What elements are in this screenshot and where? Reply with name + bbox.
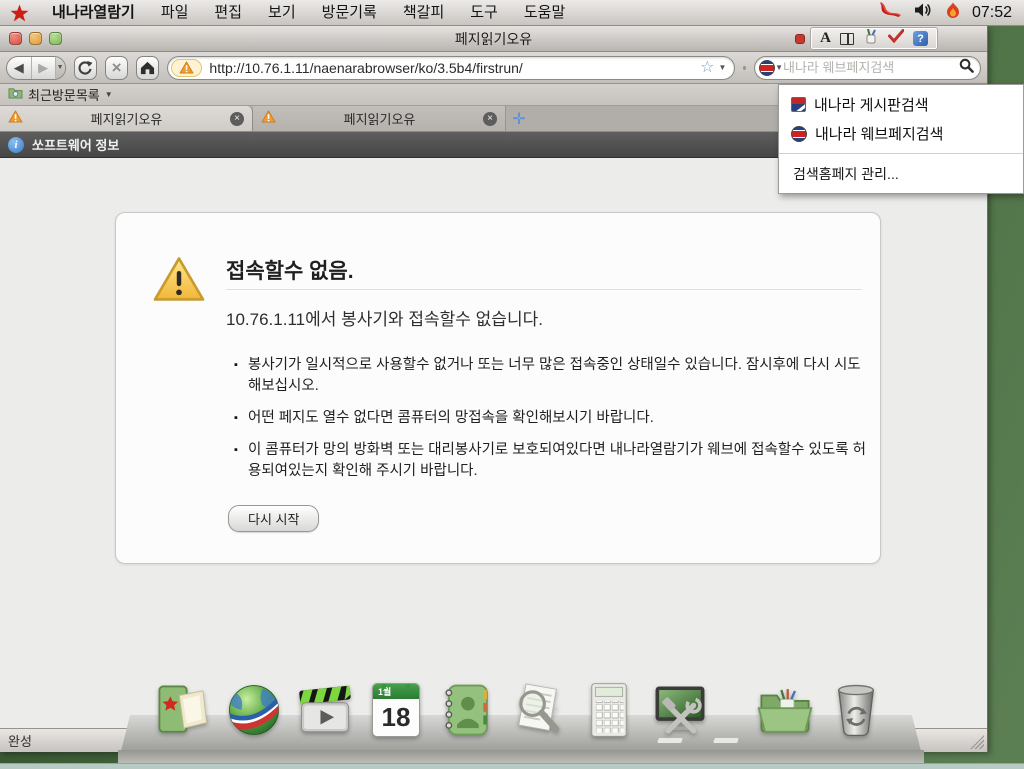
error-hint: 어떤 페지도 열수 없다면 콤퓨터의 망접속을 확인해보시기 바랍니다. (234, 408, 870, 429)
retry-button[interactable]: 다시 시작 (228, 505, 319, 532)
bookmark-star-icon[interactable]: ☆ (700, 60, 714, 76)
search-magnifier-icon[interactable] (959, 58, 974, 78)
font-size-icon[interactable]: A (820, 31, 831, 46)
search-engine-board-search[interactable]: 내나라 게시판검색 (779, 90, 1023, 119)
dock-item-utilities-folder[interactable] (756, 681, 814, 739)
split-view-icon[interactable] (840, 33, 854, 45)
menu-item-label: 내나라 게시판검색 (814, 94, 929, 115)
error-hint: 봉사기가 일시적으로 사용할수 없거나 또는 너무 많은 접속중인 상태일수 있… (234, 355, 870, 397)
tab-close-button[interactable]: × (483, 112, 497, 126)
menu-app[interactable]: 내나라열람기 (39, 0, 148, 25)
error-hints-list: 봉사기가 일시적으로 사용할수 없거나 또는 너무 많은 접속중인 상태일수 있… (234, 355, 870, 493)
calendar-month: 1월 (373, 684, 419, 699)
dock-platform-front (118, 750, 924, 763)
search-engine-flag-icon[interactable] (759, 60, 775, 76)
menu-history[interactable]: 방문기록 (309, 0, 390, 25)
red-check-icon[interactable] (888, 29, 904, 48)
site-warning-chip[interactable] (171, 59, 202, 77)
error-subtitle: 10.76.1.11에서 봉사기와 접속할수 없습니다. (226, 305, 543, 330)
tab-1[interactable]: 페지읽기오유 × (0, 106, 253, 131)
navigation-toolbar: ◀ ▶ ▼ × ☆ ▼ ▼ (0, 52, 987, 84)
search-engine-web-search[interactable]: 내나라 웨브페지검색 (779, 119, 1023, 148)
dock: 1월 18 (118, 657, 924, 763)
menu-help[interactable]: 도움말 (511, 0, 578, 25)
pen-cup-icon[interactable] (863, 28, 879, 49)
dock-item-books[interactable] (154, 681, 212, 739)
menu-item-label: 내나라 웨브페지검색 (815, 123, 943, 144)
tab-warning-icon (261, 110, 276, 128)
recent-folder-icon (8, 86, 23, 104)
recent-history-menu[interactable]: 최근방문목록 (28, 85, 100, 104)
dock-item-media-player[interactable] (296, 681, 354, 739)
title-divider (226, 289, 862, 290)
menu-separator (779, 153, 1023, 154)
flag-tray-icon[interactable] (878, 2, 902, 23)
error-panel: 접속할수 없음. 10.76.1.11에서 봉사기와 접속할수 없습니다. 봉사… (115, 212, 881, 564)
dock-icons: 1월 18 (154, 681, 885, 739)
new-tab-button[interactable]: ✛ (506, 106, 532, 131)
board-search-icon (791, 97, 806, 112)
page-content: 접속할수 없음. 10.76.1.11에서 봉사기와 접속할수 없습니다. 봉사… (0, 158, 987, 728)
search-box[interactable]: ▼ (754, 56, 981, 80)
recent-caret-icon: ▼ (105, 90, 113, 99)
url-input[interactable] (209, 60, 696, 76)
menu-edit[interactable]: 편집 (201, 0, 255, 25)
web-search-flag-icon (791, 126, 807, 142)
tab-title: 페지읽기오유 (282, 109, 477, 128)
forward-button[interactable]: ▶ (31, 57, 55, 79)
dock-item-calculator[interactable] (580, 681, 638, 739)
reload-button[interactable] (74, 56, 97, 80)
help-icon[interactable]: ? (913, 31, 928, 46)
info-icon: i (8, 137, 24, 153)
resize-grip[interactable] (970, 735, 984, 749)
dock-item-system-tools[interactable] (651, 681, 709, 739)
url-dropdown-icon[interactable]: ▼ (719, 63, 727, 72)
dock-item-document-viewer[interactable] (509, 681, 567, 739)
warning-triangle-icon (152, 255, 206, 308)
titlebar-toolbox: A ? (811, 28, 937, 49)
tab-close-button[interactable]: × (230, 112, 244, 126)
window-titlebar[interactable]: 페지읽기오유 A ? (0, 26, 987, 52)
system-menubar: 내나라열람기 파일 편집 보기 방문기록 책갈피 도구 도움말 07:52 (0, 0, 1024, 26)
desktop-edge-strip (0, 763, 1024, 769)
menu-bookmarks[interactable]: 책갈피 (390, 0, 457, 25)
menu-tools[interactable]: 도구 (457, 0, 511, 25)
menu-file[interactable]: 파일 (148, 0, 202, 25)
search-input[interactable] (783, 60, 959, 75)
tab-warning-icon (8, 110, 23, 128)
history-dropdown-button[interactable]: ▼ (55, 57, 65, 79)
dock-item-browser[interactable] (225, 681, 283, 739)
back-button[interactable]: ◀ (7, 57, 31, 79)
search-engine-menu: 내나라 게시판검색 내나라 웨브페지검색 검색홈페지 관리... (778, 84, 1024, 194)
search-engine-dropdown-icon[interactable]: ▼ (775, 63, 783, 72)
clock: 07:52 (972, 4, 1012, 22)
dock-item-calendar[interactable]: 1월 18 (367, 681, 425, 739)
flame-tray-icon[interactable] (946, 2, 960, 24)
red-star-logo-icon[interactable] (10, 4, 29, 22)
calendar-day: 18 (373, 699, 419, 736)
infobar-text: 쏘프트웨어 정보 (32, 135, 119, 154)
dock-item-trash[interactable] (827, 681, 885, 739)
history-nav-group: ◀ ▶ ▼ (6, 56, 66, 80)
stop-button[interactable]: × (105, 56, 128, 80)
error-hint: 이 콤퓨터가 망의 방화벽 또는 대리봉사기로 보호되여있다면 내나라열람기가 … (234, 440, 870, 482)
url-bar[interactable]: ☆ ▼ (167, 56, 735, 80)
notification-dot-icon (795, 34, 805, 44)
dock-item-contacts[interactable] (438, 681, 496, 739)
volume-tray-icon[interactable] (914, 2, 934, 23)
status-text: 완성 (8, 731, 32, 750)
home-button[interactable] (136, 56, 159, 80)
manage-search-engines[interactable]: 검색홈페지 관리... (779, 159, 1023, 188)
tab-title: 페지읽기오유 (29, 109, 224, 128)
tab-2[interactable]: 페지읽기오유 × (253, 106, 506, 131)
error-title: 접속할수 없음. (226, 255, 354, 285)
toolbar-separator-dot (743, 66, 746, 70)
menu-view[interactable]: 보기 (255, 0, 309, 25)
